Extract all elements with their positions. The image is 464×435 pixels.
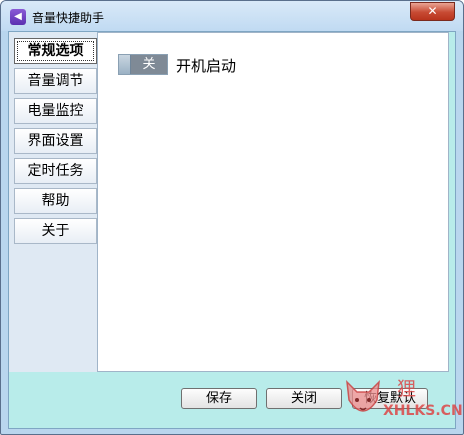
sidebar-item-general[interactable]: 常规选项 xyxy=(14,38,97,64)
sidebar-item-volume[interactable]: 音量调节 xyxy=(14,68,97,94)
close-window-button[interactable]: ✕ xyxy=(410,2,455,21)
client-area: 常规选项 音量调节 电量监控 界面设置 定时任务 帮助 关于 关 开机启动 保存… xyxy=(8,31,456,429)
sidebar: 常规选项 音量调节 电量监控 界面设置 定时任务 帮助 关于 xyxy=(9,32,97,372)
sidebar-item-about[interactable]: 关于 xyxy=(14,218,97,244)
sidebar-item-help[interactable]: 帮助 xyxy=(14,188,97,214)
fox-logo-icon xyxy=(346,379,380,412)
sidebar-item-interface[interactable]: 界面设置 xyxy=(14,128,97,154)
title-bar[interactable]: ◀ 音量快捷助手 ✕ xyxy=(1,1,463,31)
close-button[interactable]: 关闭 xyxy=(266,388,342,409)
autostart-label: 开机启动 xyxy=(176,57,237,75)
site-watermark: 狸 XHLKS.CN xyxy=(337,372,463,430)
sidebar-item-schedule[interactable]: 定时任务 xyxy=(14,158,97,184)
toggle-knob xyxy=(119,55,131,74)
autostart-toggle[interactable]: 关 xyxy=(118,54,168,75)
speaker-icon: ◀ xyxy=(10,9,26,25)
save-button[interactable]: 保存 xyxy=(181,388,257,409)
sidebar-item-battery[interactable]: 电量监控 xyxy=(14,98,97,124)
settings-panel: 关 开机启动 xyxy=(97,32,449,372)
watermark-en-text: XHLKS.CN xyxy=(383,403,463,419)
watermark-cn-text: 狸 xyxy=(397,378,418,400)
window-title: 音量快捷助手 xyxy=(32,11,105,25)
app-window: ◀ 音量快捷助手 ✕ 常规选项 音量调节 电量监控 界面设置 定时任务 帮助 关… xyxy=(0,0,464,435)
toggle-state-label: 关 xyxy=(131,55,167,74)
